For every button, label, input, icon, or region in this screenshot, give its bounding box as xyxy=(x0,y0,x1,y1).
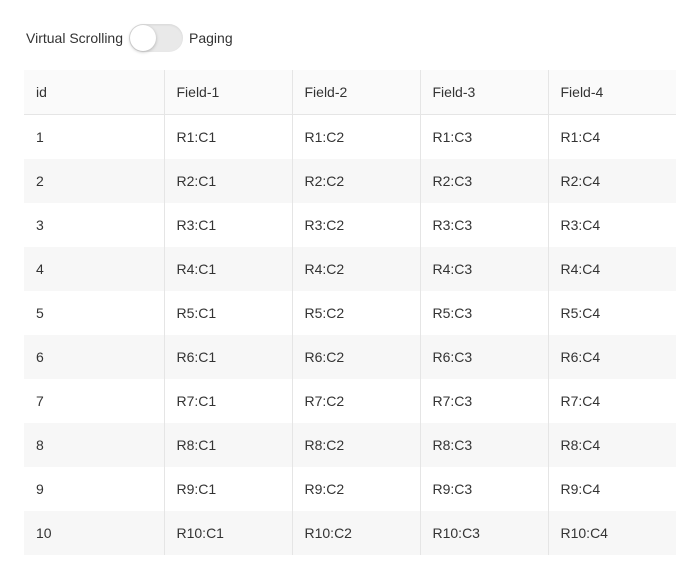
table-row[interactable]: 4 R4:C1 R4:C2 R4:C3 R4:C4 xyxy=(24,247,676,291)
cell-c4: R2:C4 xyxy=(548,159,676,203)
cell-c3: R2:C3 xyxy=(420,159,548,203)
cell-id: 1 xyxy=(24,115,164,160)
cell-c1: R9:C1 xyxy=(164,467,292,511)
cell-c2: R6:C2 xyxy=(292,335,420,379)
toggle-knob xyxy=(130,25,156,51)
table-row[interactable]: 9 R9:C1 R9:C2 R9:C3 R9:C4 xyxy=(24,467,676,511)
cell-c1: R4:C1 xyxy=(164,247,292,291)
table-row[interactable]: 1 R1:C1 R1:C2 R1:C3 R1:C4 xyxy=(24,115,676,160)
mode-toggle-row: Virtual Scrolling Paging xyxy=(24,24,676,52)
cell-c1: R3:C1 xyxy=(164,203,292,247)
column-header-field-4[interactable]: Field-4 xyxy=(548,70,676,115)
cell-id: 7 xyxy=(24,379,164,423)
cell-c3: R4:C3 xyxy=(420,247,548,291)
cell-c2: R8:C2 xyxy=(292,423,420,467)
cell-c3: R8:C3 xyxy=(420,423,548,467)
cell-c2: R5:C2 xyxy=(292,291,420,335)
table-row[interactable]: 5 R5:C1 R5:C2 R5:C3 R5:C4 xyxy=(24,291,676,335)
cell-c2: R3:C2 xyxy=(292,203,420,247)
cell-c4: R4:C4 xyxy=(548,247,676,291)
cell-c2: R1:C2 xyxy=(292,115,420,160)
cell-c4: R6:C4 xyxy=(548,335,676,379)
column-header-field-2[interactable]: Field-2 xyxy=(292,70,420,115)
table-row[interactable]: 10 R10:C1 R10:C2 R10:C3 R10:C4 xyxy=(24,511,676,555)
cell-c2: R10:C2 xyxy=(292,511,420,555)
cell-c1: R2:C1 xyxy=(164,159,292,203)
cell-c3: R10:C3 xyxy=(420,511,548,555)
cell-c1: R1:C1 xyxy=(164,115,292,160)
cell-c3: R3:C3 xyxy=(420,203,548,247)
toggle-label-right: Paging xyxy=(189,30,233,46)
cell-id: 8 xyxy=(24,423,164,467)
cell-c4: R7:C4 xyxy=(548,379,676,423)
mode-toggle[interactable] xyxy=(129,24,183,52)
table-header-row: id Field-1 Field-2 Field-3 Field-4 xyxy=(24,70,676,115)
cell-c4: R8:C4 xyxy=(548,423,676,467)
cell-c2: R2:C2 xyxy=(292,159,420,203)
cell-c4: R1:C4 xyxy=(548,115,676,160)
cell-c3: R9:C3 xyxy=(420,467,548,511)
cell-c2: R9:C2 xyxy=(292,467,420,511)
cell-id: 9 xyxy=(24,467,164,511)
cell-c4: R3:C4 xyxy=(548,203,676,247)
cell-id: 3 xyxy=(24,203,164,247)
cell-c1: R10:C1 xyxy=(164,511,292,555)
cell-id: 10 xyxy=(24,511,164,555)
column-header-id[interactable]: id xyxy=(24,70,164,115)
data-grid: id Field-1 Field-2 Field-3 Field-4 1 R1:… xyxy=(24,70,676,555)
cell-c4: R10:C4 xyxy=(548,511,676,555)
column-header-field-3[interactable]: Field-3 xyxy=(420,70,548,115)
cell-c4: R5:C4 xyxy=(548,291,676,335)
table-row[interactable]: 2 R2:C1 R2:C2 R2:C3 R2:C4 xyxy=(24,159,676,203)
cell-c2: R7:C2 xyxy=(292,379,420,423)
cell-id: 4 xyxy=(24,247,164,291)
table-row[interactable]: 8 R8:C1 R8:C2 R8:C3 R8:C4 xyxy=(24,423,676,467)
cell-id: 5 xyxy=(24,291,164,335)
table-row[interactable]: 7 R7:C1 R7:C2 R7:C3 R7:C4 xyxy=(24,379,676,423)
cell-id: 6 xyxy=(24,335,164,379)
cell-c1: R5:C1 xyxy=(164,291,292,335)
table-row[interactable]: 6 R6:C1 R6:C2 R6:C3 R6:C4 xyxy=(24,335,676,379)
cell-c3: R6:C3 xyxy=(420,335,548,379)
cell-id: 2 xyxy=(24,159,164,203)
cell-c3: R5:C3 xyxy=(420,291,548,335)
toggle-label-left: Virtual Scrolling xyxy=(26,30,123,46)
cell-c2: R4:C2 xyxy=(292,247,420,291)
cell-c4: R9:C4 xyxy=(548,467,676,511)
cell-c1: R6:C1 xyxy=(164,335,292,379)
cell-c1: R7:C1 xyxy=(164,379,292,423)
cell-c3: R1:C3 xyxy=(420,115,548,160)
column-header-field-1[interactable]: Field-1 xyxy=(164,70,292,115)
cell-c1: R8:C1 xyxy=(164,423,292,467)
table-row[interactable]: 3 R3:C1 R3:C2 R3:C3 R3:C4 xyxy=(24,203,676,247)
cell-c3: R7:C3 xyxy=(420,379,548,423)
